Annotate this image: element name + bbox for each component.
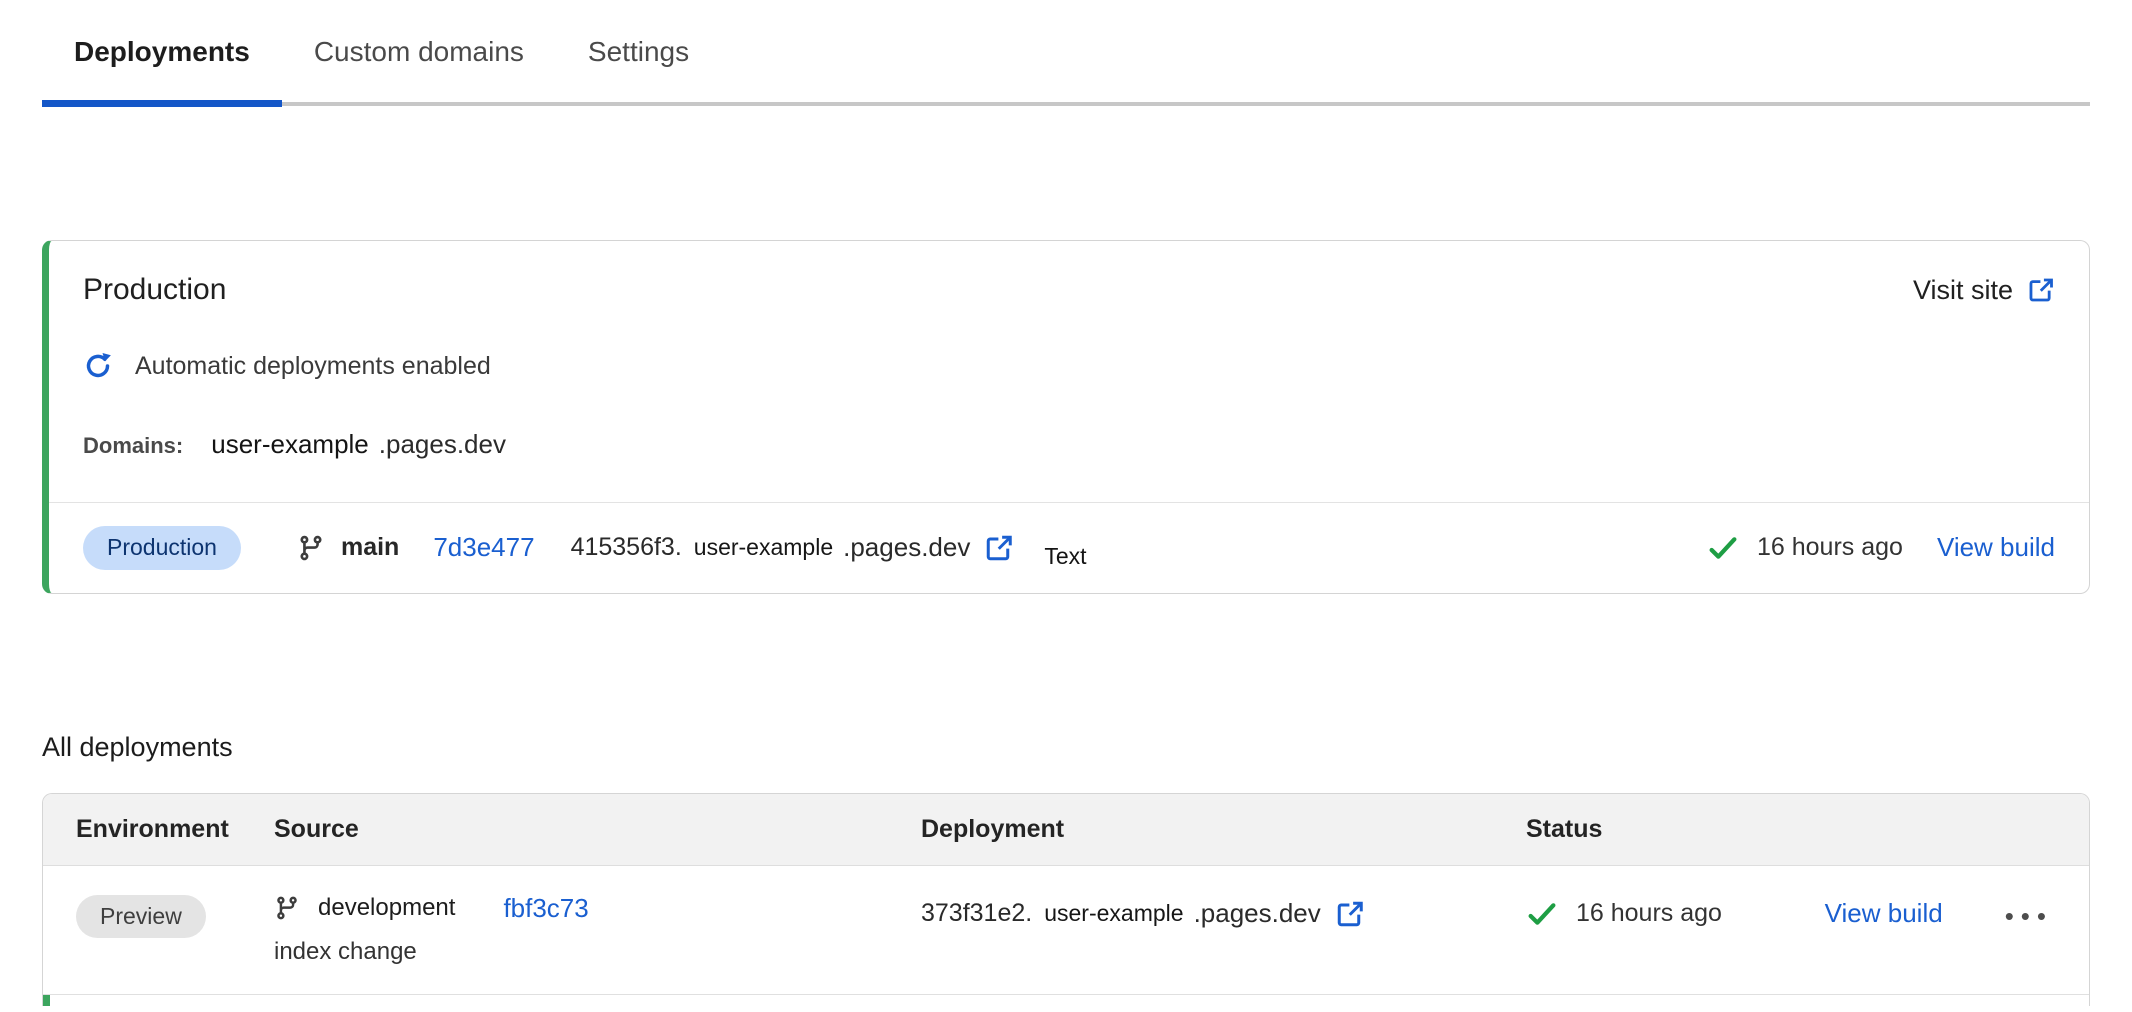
git-branch-icon — [297, 534, 325, 562]
domain-suffix: .pages.dev — [379, 429, 506, 460]
environment-badge: Production — [83, 526, 241, 570]
auto-deployments-text: Automatic deployments enabled — [135, 352, 491, 381]
commit-hash-link[interactable]: fbf3c73 — [503, 893, 588, 924]
branch-name: development — [318, 894, 455, 922]
view-build-link[interactable]: View build — [1937, 532, 2055, 563]
tab-settings[interactable]: Settings — [556, 24, 721, 102]
deployment-domain: user-example — [1044, 900, 1183, 927]
refresh-icon — [83, 351, 113, 381]
deployment-id: 373f31e2. — [921, 899, 1032, 928]
success-check-icon — [1526, 898, 1558, 930]
commit-message: index change — [274, 938, 921, 966]
production-deployment-row: Production main 7d3e477 415356f3. user-e… — [49, 503, 2089, 593]
domains-label: Domains: — [83, 433, 183, 459]
domain-name: user-example — [211, 429, 369, 460]
deployment-domain: user-example — [694, 534, 833, 561]
visit-site-link[interactable]: Visit site — [1913, 275, 2055, 306]
commit-hash-link[interactable]: 7d3e477 — [433, 532, 534, 563]
column-header-status: Status — [1526, 815, 2053, 844]
all-deployments-title: All deployments — [42, 732, 2090, 763]
deployment-domain-suffix: .pages.dev — [843, 532, 970, 563]
deployments-table: Environment Source Deployment Status Pre… — [42, 793, 2090, 1006]
table-row: Preview development fbf3c73 index change… — [43, 866, 2089, 995]
deployment-domain-suffix: .pages.dev — [1194, 898, 1321, 929]
column-header-environment: Environment — [76, 815, 274, 844]
deployment-time: 16 hours ago — [1576, 899, 1722, 928]
text-annotation: Text — [1044, 543, 1086, 570]
next-row-peek — [43, 995, 2089, 1006]
domains-row: Domains: user-example .pages.dev — [83, 429, 2055, 460]
production-card-title: Production — [83, 273, 226, 307]
column-header-source: Source — [274, 815, 921, 844]
git-branch-icon — [274, 895, 300, 921]
view-build-link[interactable]: View build — [1825, 898, 1943, 929]
production-card: Production Visit site Automa — [42, 240, 2090, 594]
branch-name: main — [341, 533, 399, 562]
deployment-time: 16 hours ago — [1757, 533, 1903, 562]
environment-badge: Preview — [76, 895, 206, 939]
external-link-icon — [2027, 276, 2055, 304]
success-check-icon — [1707, 532, 1739, 564]
external-link-icon[interactable] — [1335, 899, 1365, 929]
external-link-icon[interactable] — [984, 533, 1014, 563]
column-header-deployment: Deployment — [921, 815, 1526, 844]
table-header-row: Environment Source Deployment Status — [43, 794, 2089, 866]
tab-custom-domains[interactable]: Custom domains — [282, 24, 556, 102]
tab-deployments[interactable]: Deployments — [42, 24, 282, 102]
deployment-id: 415356f3. — [571, 533, 682, 562]
row-menu-button[interactable]: ••• — [2005, 899, 2053, 929]
visit-site-label: Visit site — [1913, 275, 2013, 306]
tab-bar: Deployments Custom domains Settings — [42, 0, 2090, 106]
